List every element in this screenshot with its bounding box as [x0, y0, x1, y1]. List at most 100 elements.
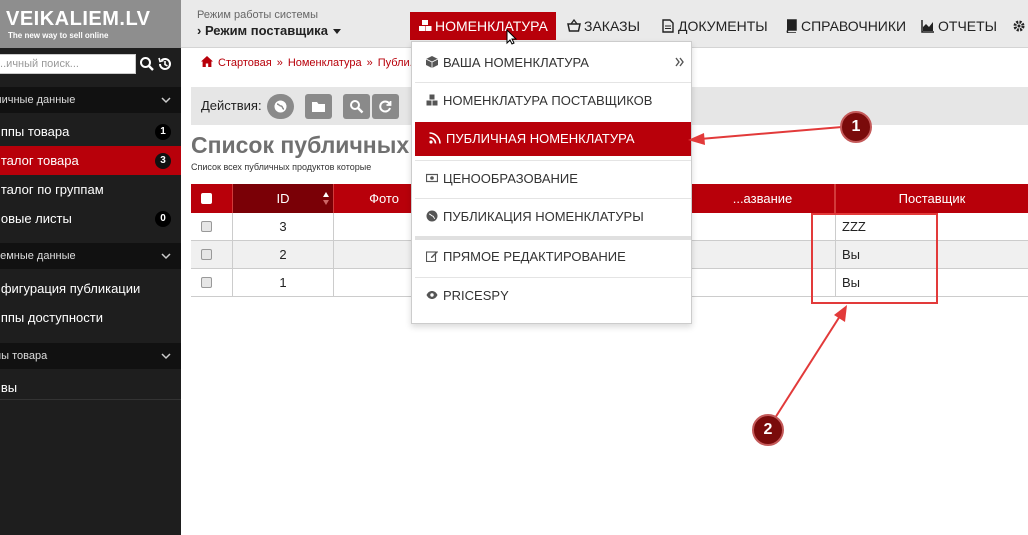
menu-item-pricespy[interactable]: PRICESPY	[412, 277, 691, 315]
eye-icon	[426, 291, 438, 299]
edit-icon	[426, 251, 438, 262]
page-title: Список публичных	[191, 132, 410, 158]
sidebar-item-product-catalog[interactable]: ...талог товара 3	[0, 146, 181, 175]
menu-item-direct-editing[interactable]: ПРЯМОЕ РЕДАКТИРОВАНИЕ	[412, 238, 691, 276]
sidebar-section-personal[interactable]: ...личные данные	[0, 87, 181, 113]
menu-item-label: PRICESPY	[443, 288, 509, 303]
area-chart-icon	[921, 20, 934, 33]
id-cell: 2	[233, 241, 334, 269]
sidebar-section-label: ...пы товара	[0, 350, 48, 362]
menu-item-label: НОМЕНКЛАТУРА ПОСТАВЩИКОВ	[443, 93, 653, 108]
sidebar-item-label: ...овые листы	[0, 211, 72, 226]
nav-orders[interactable]: ЗАКАЗЫ	[567, 12, 640, 40]
menu-item-pricing[interactable]: ЦЕНООБРАЗОВАНИЕ	[412, 160, 691, 198]
sidebar-item-product-groups[interactable]: ...ппы товара 1	[0, 117, 181, 146]
sort-icon	[323, 192, 329, 205]
cubes-icon	[419, 20, 432, 31]
select-all-checkbox[interactable]	[201, 193, 212, 204]
count-badge: 0	[155, 211, 171, 227]
actions-label: Действия:	[201, 98, 262, 113]
refresh-action-button[interactable]	[372, 94, 399, 119]
row-checkbox[interactable]	[201, 221, 212, 232]
globe-icon	[274, 100, 287, 113]
menu-item-label: ПРЯМОЕ РЕДАКТИРОВАНИЕ	[443, 249, 626, 264]
menu-item-supplier-nomenclature[interactable]: НОМЕНКЛАТУРА ПОСТАВЩИКОВ	[412, 82, 691, 120]
sidebar-item-price-lists[interactable]: ...овые листы 0	[0, 204, 181, 233]
menu-item-nomenclature-publication[interactable]: ПУБЛИКАЦИЯ НОМЕНКЛАТУРЫ	[412, 198, 691, 236]
breadcrumb-nomenclature[interactable]: Номенклатура	[288, 57, 362, 69]
annotation-marker-1: 1	[840, 111, 872, 143]
caret-down-icon	[332, 29, 341, 35]
row-select-cell	[191, 269, 233, 297]
nav-label: ЗАКАЗЫ	[584, 18, 640, 34]
menu-item-your-nomenclature[interactable]: ВАША НОМЕНКЛАТУРА	[412, 44, 691, 82]
nav-settings[interactable]	[1012, 12, 1028, 40]
breadcrumb-home[interactable]: Стартовая	[218, 57, 272, 69]
sidebar-section-system[interactable]: ...темные данные	[0, 243, 181, 269]
sidebar-item-label: ...ппы товара	[0, 124, 70, 139]
annotation-marker-2: 2	[752, 414, 784, 446]
row-checkbox[interactable]	[201, 277, 212, 288]
row-select-cell	[191, 213, 233, 241]
sidebar-section-label: ...личные данные	[0, 94, 76, 106]
money-icon	[426, 173, 438, 183]
rss-icon	[429, 132, 441, 144]
sidebar-item-availability-groups[interactable]: ...ппы доступности	[0, 303, 181, 332]
count-badge: 3	[155, 153, 171, 169]
sidebar-divider	[0, 399, 181, 400]
menu-item-label: ЦЕНООБРАЗОВАНИЕ	[443, 171, 578, 186]
sidebar-section-product-types[interactable]: ...пы товара	[0, 343, 181, 369]
nav-label: ОТЧЕТЫ	[938, 18, 998, 34]
column-header-supplier[interactable]: Поставщик	[835, 184, 1028, 213]
logo-tagline: The new way to sell online	[8, 31, 109, 40]
sidebar-item-misc[interactable]: ...вы	[0, 373, 181, 402]
sidebar-item-label: ...вы	[0, 380, 18, 395]
sidebar-item-publication-config[interactable]: ...фигурация публикации	[0, 274, 181, 303]
folder-action-button[interactable]	[305, 94, 332, 119]
menu-item-public-nomenclature[interactable]: ПУБЛИЧНАЯ НОМЕНКЛАТУРА	[415, 122, 691, 156]
sidebar-item-label: ...талог по группам	[0, 182, 104, 197]
id-cell: 1	[233, 269, 334, 297]
logo[interactable]: VEIKALIEM.LV The new way to sell online	[0, 0, 181, 48]
sidebar-item-label: ...ппы доступности	[0, 310, 103, 325]
history-icon[interactable]	[157, 55, 173, 73]
column-header-label: Поставщик	[898, 191, 966, 206]
select-all-cell	[191, 184, 233, 213]
breadcrumb-separator: »	[366, 57, 373, 69]
nav-nomenclature[interactable]: НОМЕНКЛАТУРА	[410, 12, 556, 40]
refresh-icon	[379, 100, 392, 113]
nav-label: НОМЕНКЛАТУРА	[435, 18, 548, 34]
sidebar-item-label: ...талог товара	[0, 153, 79, 168]
sidebar-item-label: ...фигурация публикации	[0, 281, 141, 296]
page-subtitle: Список всех публичных продуктов которые	[191, 162, 372, 172]
nav-label: ДОКУМЕНТЫ	[678, 18, 768, 34]
basket-icon	[567, 19, 581, 32]
double-chevron-right-icon	[675, 57, 684, 67]
nav-reports[interactable]: ОТЧЕТЫ	[921, 12, 997, 40]
arrow-2	[774, 305, 847, 419]
id-cell: 3	[233, 213, 334, 241]
column-header-id[interactable]: ID	[233, 184, 334, 213]
menu-item-label: ПУБЛИКАЦИЯ НОМЕНКЛАТУРЫ	[443, 209, 644, 224]
column-header-label: ID	[276, 191, 290, 206]
search-action-button[interactable]	[343, 94, 370, 119]
mode-caption: Режим работы системы	[197, 9, 319, 21]
sidebar-search-input[interactable]	[0, 54, 136, 74]
home-icon[interactable]	[201, 56, 213, 67]
logo-title: VEIKALIEM.LV	[6, 8, 151, 30]
folder-icon	[312, 102, 325, 112]
sidebar-search	[0, 53, 181, 75]
highlight-box	[811, 213, 938, 304]
column-header-label: ...азвание	[732, 191, 793, 206]
search-icon[interactable]	[139, 55, 155, 73]
mode-selector[interactable]: › Режим поставщика	[197, 23, 341, 38]
nav-references[interactable]: СПРАВОЧНИКИ	[784, 12, 906, 40]
document-icon	[662, 19, 674, 33]
nav-documents[interactable]: ДОКУМЕНТЫ	[661, 12, 768, 40]
globe-action-button[interactable]	[267, 94, 294, 119]
sidebar-item-catalog-by-groups[interactable]: ...талог по группам	[0, 175, 181, 204]
column-header-name[interactable]: ...азвание	[691, 184, 835, 213]
sidebar-section-label: ...темные данные	[0, 250, 76, 262]
row-checkbox[interactable]	[201, 249, 212, 260]
book-icon	[786, 19, 797, 33]
